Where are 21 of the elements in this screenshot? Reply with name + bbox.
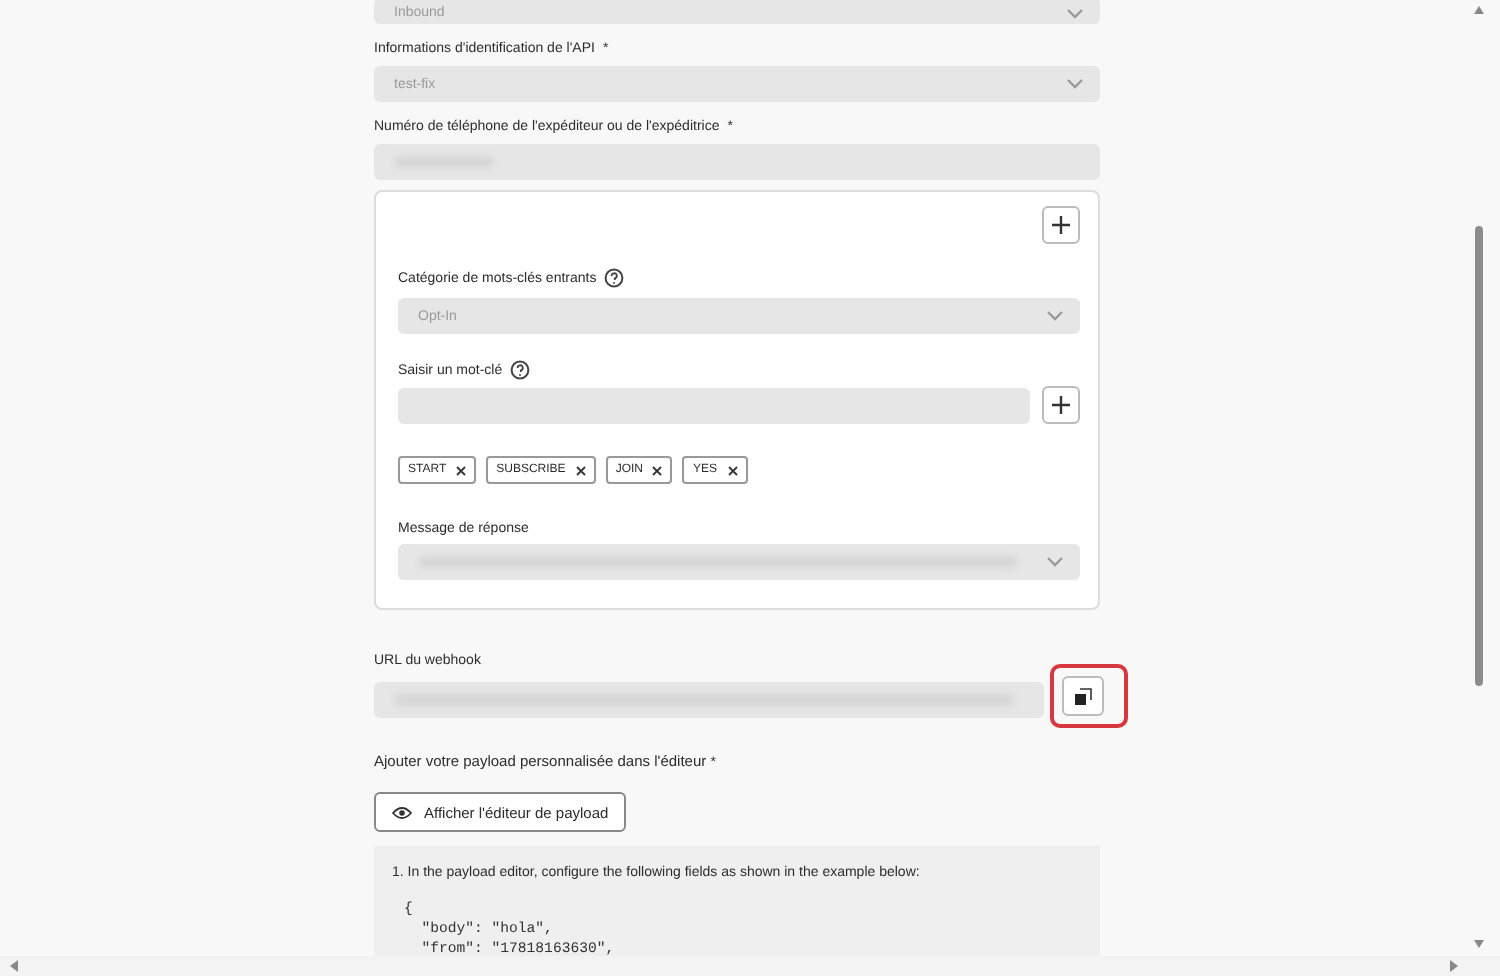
chevron-down-icon xyxy=(1046,556,1064,568)
input-field[interactable] xyxy=(374,144,1100,180)
input-field[interactable] xyxy=(398,387,1030,423)
chevron-down-icon xyxy=(1066,78,1084,90)
remove-icon[interactable] xyxy=(456,465,467,475)
input-field[interactable] xyxy=(374,681,1044,717)
chevron-down-icon xyxy=(1066,8,1084,20)
copy-button[interactable] xyxy=(1062,676,1104,716)
remove-icon[interactable] xyxy=(575,465,586,475)
remove-icon[interactable] xyxy=(652,465,663,475)
eye-icon xyxy=(392,805,412,819)
select-field[interactable] xyxy=(398,544,1080,580)
help-icon[interactable] xyxy=(510,360,531,380)
plus-icon xyxy=(1052,216,1070,234)
remove-icon[interactable] xyxy=(727,465,737,475)
plus-icon xyxy=(1052,396,1070,414)
copy-icon xyxy=(1074,687,1092,705)
chevron-down-icon xyxy=(1046,310,1064,322)
help-icon[interactable] xyxy=(604,268,625,288)
add-button[interactable] xyxy=(1042,386,1080,424)
add-button[interactable] xyxy=(1042,206,1080,244)
